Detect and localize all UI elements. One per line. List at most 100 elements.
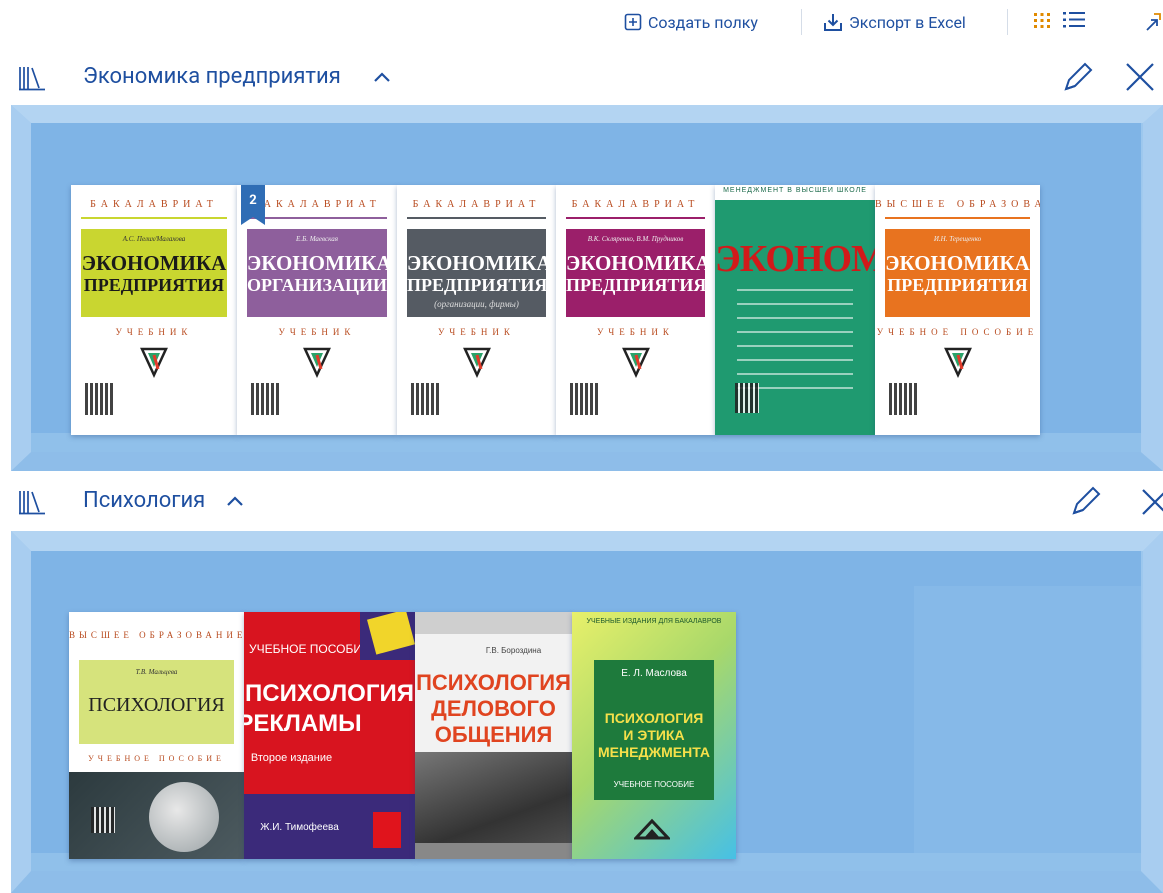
book-cover[interactable]: ВЫСШЕЕ ОБРАЗОВАНИЕ Т.В. Мальцева ПСИХОЛОГИ… [69, 612, 244, 859]
book-title: ПСИХОЛОГИЯ [416, 670, 571, 695]
close-icon[interactable] [1140, 487, 1163, 521]
shelf-title[interactable]: Психология [83, 481, 205, 521]
book-author: Т.В. Мальцева [135, 668, 178, 676]
shelf-title[interactable]: Экономика предприятия [83, 57, 341, 97]
book-type: УЧЕБНОЕ ПОСОБИЕ [613, 780, 695, 789]
list-view-button[interactable] [1062, 10, 1086, 34]
bottom-strip [415, 843, 572, 859]
book-series: БАКАЛАВРИАТ [412, 199, 541, 210]
book-type: УЧЕБНИК [115, 327, 193, 337]
text-line [737, 303, 853, 305]
book-type: УЧЕБНИК [278, 327, 356, 337]
chevron-up-icon[interactable] [226, 493, 244, 512]
book-title: ПСИХОЛОГИЯ [88, 694, 225, 716]
book-subtitle: (организации, фирмы) [434, 299, 519, 309]
qr-code [735, 383, 759, 413]
qr-code [570, 383, 598, 415]
book-cover[interactable]: БАКАЛАВРИАТ А.С. Пелих/Малахова ЭКОНОМИКА П… [71, 185, 237, 435]
book-author: Г.В. Бороздина [485, 646, 542, 655]
text-line [737, 289, 853, 291]
bookshelf-icon [18, 489, 46, 519]
book-title: ЭКОНОМИКА [81, 251, 227, 275]
title-panel: В.К. Скляренко, В.М. Прудников ЭКОНОМИКА П… [566, 229, 705, 317]
book-title: ЭКОНОМИКА [407, 251, 546, 275]
book-title: ДЕЛОВОГО [431, 696, 556, 721]
grid-view-icon [1033, 11, 1051, 33]
book-cover[interactable]: Г.В. Бороздина ПСИХОЛОГИЯ ДЕЛОВОГО ОБЩЕНИЯ [415, 612, 572, 859]
publisher-logo-icon [303, 345, 331, 379]
shelf-header: Экономика предприятия [0, 57, 1163, 97]
collapse-icon[interactable] [1145, 10, 1161, 34]
book-title: ЭКОНОМИКА [247, 251, 387, 275]
create-shelf-button[interactable]: Создать полку [624, 10, 758, 34]
book-title: ПСИХОЛОГИЯ [604, 710, 704, 726]
edit-pencil-icon[interactable] [1062, 59, 1094, 97]
book-series: БАКАЛАВРИАТ [571, 199, 700, 210]
book-title: ПРЕДПРИЯТИЯ [407, 275, 546, 295]
book-author: А.С. Пелих/Малахова [122, 235, 186, 243]
book-cover[interactable]: УЧЕБНЫЕ ИЗДАНИЯ ДЛЯ БАКАЛАВРОВ Е. Л. Масл… [572, 612, 736, 859]
book-series: ВЫСШЕЕ ОБРАЗОВАНИЕ [875, 199, 1040, 210]
book-title: РЕКЛАМЫ [244, 710, 362, 737]
publisher-logo-icon [632, 818, 672, 840]
plus-square-icon [624, 13, 642, 31]
book-cover[interactable]: ВЫСШЕЕ ОБРАЗОВАНИЕ И.Н. Терещенко ЭКОНОМИК… [875, 185, 1040, 435]
rule [81, 217, 227, 219]
publisher-logo-icon [462, 345, 491, 379]
create-shelf-label: Создать полку [648, 12, 758, 32]
title-panel: Е.Б. Маевская ЭКОНОМИКА ОРГАНИЗАЦИИ [247, 229, 387, 317]
book-type: УЧЕБНИК [438, 327, 515, 337]
book-title: ЭКОНОМИКА [566, 251, 705, 275]
export-label: Экспорт в Excel [849, 12, 966, 32]
title-panel: И.Н. Терещенко ЭКОНОМИКА ПРЕДПРИЯТИЯ [885, 229, 1030, 317]
qr-code [91, 807, 115, 833]
publisher-logo-icon [373, 812, 401, 848]
grid-view-button[interactable] [1033, 10, 1051, 34]
book-title: МЕНЕДЖМЕНТА [598, 744, 710, 760]
book-cover[interactable]: БАКАЛАВРИАТ ЭКОНОМИКА ПРЕДПРИЯТИЯ (организа… [397, 185, 556, 435]
book-author: Ж.И. Тимофеева [260, 822, 339, 833]
title-panel: Т.В. Мальцева ПСИХОЛОГИЯ [79, 660, 234, 744]
bookshelf-icon [18, 65, 46, 95]
book-author: Е.Б. Маевская [296, 235, 338, 243]
book-title: ОРГАНИЗАЦИИ [247, 275, 387, 295]
title-panel: А.С. Пелих/Малахова ЭКОНОМИКА ПРЕДПРИЯТИЯ [81, 229, 227, 317]
edit-pencil-icon[interactable] [1070, 483, 1102, 521]
book-series: БАКАЛАВРИАТ [90, 199, 218, 210]
title-panel: Е. Л. Маслова ПСИХОЛОГИЯ И ЭТИКА МЕНЕДЖМЕНТ… [594, 660, 714, 800]
book-cover[interactable]: БАКАЛАВРИАТ Е.Б. Маевская ЭКОНОМИКА ОРГАНИЗ… [237, 185, 397, 435]
publisher-logo-icon [943, 345, 972, 379]
text-line [737, 317, 853, 319]
series-strip [415, 612, 572, 634]
book-edition: Второе издание [250, 752, 333, 764]
badge-count: 2 [249, 193, 257, 208]
toolbar-divider [801, 9, 802, 35]
book-title: И ЭТИКА [623, 727, 685, 743]
rule [566, 217, 705, 219]
title-panel: ЭКОНОМИКА ПРЕДПРИЯТИЯ (организации, фирмы) [407, 229, 546, 317]
book-title: ПРЕДПРИЯТИЯ [83, 275, 225, 295]
close-icon[interactable] [1124, 61, 1156, 97]
book-title: ПСИХОЛОГИЯ [245, 680, 414, 707]
qr-code [251, 383, 279, 415]
shelf-header: Психология [0, 481, 1163, 521]
book-author: И.Н. Терещенко [933, 235, 982, 243]
text-line [737, 373, 853, 375]
book-author: В.К. Скляренко, В.М. Прудников [587, 235, 684, 243]
book-cover[interactable]: МЕНЕДЖМЕНТ В ВЫСШЕЙ ШКОЛЕ ЭКОНОМИКА [715, 185, 875, 435]
book-type: УЧЕБНИК [597, 327, 674, 337]
text-line [737, 359, 853, 361]
rule [247, 217, 387, 219]
toolbar-divider [1007, 9, 1008, 35]
toolbar: Создать полку Экспорт в Excel [0, 0, 1163, 44]
qr-code [889, 383, 917, 415]
book-title: ЭКОНОМИКА [715, 238, 875, 280]
book-cover[interactable]: БАКАЛАВРИАТ В.К. Скляренко, В.М. Пруднико… [556, 185, 715, 435]
book-author: Е. Л. Маслова [621, 668, 687, 679]
book-cover[interactable]: УЧЕБНОЕ ПОСОБИЕ ПСИХОЛОГИЯ РЕКЛАМЫ Второе и… [244, 612, 415, 859]
export-excel-button[interactable]: Экспорт в Excel [823, 10, 966, 34]
chevron-up-icon[interactable] [373, 69, 391, 88]
rule [407, 217, 546, 219]
list-view-icon [1062, 10, 1086, 34]
bookmark-badge[interactable]: 2 [241, 185, 265, 225]
